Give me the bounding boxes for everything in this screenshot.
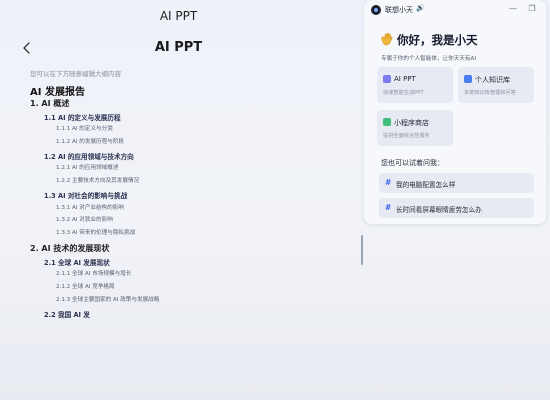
edit-hint: 您可以在下方随意编辑大纲内容	[30, 70, 121, 78]
outline-item-level-3[interactable]: 1.1.2 AI 的发展历程与阶段	[56, 137, 124, 145]
outline-item-level-3[interactable]: 2.1.2 全球 AI 竞争格局	[56, 282, 115, 290]
panel-resize-handle[interactable]	[361, 235, 363, 265]
outline-item-level-3[interactable]: 1.3.2 AI 对就业的影响	[56, 215, 113, 223]
outline-item-level-3[interactable]: 2.1.1 全球 AI 市场规模与增长	[56, 269, 131, 277]
speaker-icon[interactable]: 🔊	[416, 4, 425, 12]
outline-item-level-3[interactable]: 1.2.1 AI 的应用领域概述	[56, 163, 118, 171]
suggestion-text: 长时间看屏幕眼睛疲劳怎么办	[396, 206, 482, 214]
outline-title[interactable]: AI 发展报告	[30, 83, 85, 98]
waving-hand-icon	[381, 32, 393, 46]
suggestion-text: 我的电脑配置怎么样	[396, 181, 456, 189]
card-title: 个人知识库	[475, 76, 510, 84]
card-knowledge-base[interactable]: 个人知识库 本地知识库管理和问答	[458, 67, 534, 103]
ppt-editor-panel: AI PPT AI PPT 您可以在下方随意编辑大纲内容 AI 发展报告 1. A…	[0, 0, 357, 400]
greeting: 你好，我是小天	[379, 32, 478, 48]
outline-item-level-2[interactable]: 1.3 AI 对社会的影响与挑战	[44, 190, 127, 200]
outline-item-level-3[interactable]: 1.3.1 AI 对产业结构的影响	[56, 203, 124, 211]
outline-item-level-3[interactable]: 2.1.3 全球主要国家的 AI 政策与发展战略	[56, 295, 159, 303]
outline-item-level-3[interactable]: 1.2.2 主要技术方向及其发展情况	[56, 176, 139, 184]
window-title: AI PPT	[159, 9, 198, 23]
restore-button[interactable]: ❐	[526, 3, 538, 15]
outline-item-level-3[interactable]: 1.1.1 AI 的定义与分类	[56, 124, 113, 132]
assistant-subtitle: 专属于你的个人智能体，让你天天有AI	[381, 56, 476, 62]
minimize-button[interactable]: —	[507, 3, 519, 15]
suggestion-item[interactable]: # 我的电脑配置怎么样	[379, 173, 534, 193]
card-mini-program-store[interactable]: 小程序商店 提供全面综合性服务	[377, 110, 453, 146]
card-title: 小程序商店	[394, 119, 429, 127]
outline-item-level-1[interactable]: 2. AI 技术的发展现状	[30, 243, 109, 254]
assistant-logo-icon	[371, 5, 381, 15]
ppt-icon	[383, 75, 391, 83]
card-ai-ppt[interactable]: AI PPT 快速智能生成PPT	[377, 67, 453, 103]
mini-program-store-icon	[383, 118, 391, 126]
outline-item-level-2[interactable]: 2.2 我国 AI 发	[44, 309, 90, 319]
outline-item-level-2[interactable]: 1.1 AI 的定义与发展历程	[44, 112, 121, 122]
page-title: AI PPT	[154, 40, 203, 55]
card-description: 快速智能生成PPT	[383, 90, 424, 96]
outline-item-level-2[interactable]: 2.1 全球 AI 发展现状	[44, 257, 110, 267]
greeting-text: 你好，我是小天	[397, 33, 478, 47]
assistant-panel: 联想小天 🔊 — ❐ 你好，我是小天 专属于你的个人智能体，让你天天有AI AI…	[364, 0, 546, 224]
outline-item-level-2[interactable]: 1.2 AI 的应用领域与技术方向	[44, 151, 134, 161]
card-title: AI PPT	[394, 75, 416, 83]
suggestion-item[interactable]: # 长时间看屏幕眼睛疲劳怎么办	[379, 198, 534, 218]
card-description: 本地知识库管理和问答	[464, 90, 516, 96]
hashtag-icon: #	[385, 178, 392, 187]
assistant-name: 联想小天	[385, 6, 413, 14]
hashtag-icon: #	[385, 203, 392, 212]
assistant-header: 联想小天 🔊 — ❐	[364, 0, 546, 20]
outline-item-level-3[interactable]: 1.3.3 AI 带来的伦理与隐私挑战	[56, 228, 135, 236]
knowledge-base-icon	[464, 75, 472, 83]
outline-item-level-1[interactable]: 1. AI 概述	[30, 98, 69, 109]
card-description: 提供全面综合性服务	[383, 133, 430, 139]
try-asking-label: 您也可以试着问我：	[381, 159, 444, 167]
